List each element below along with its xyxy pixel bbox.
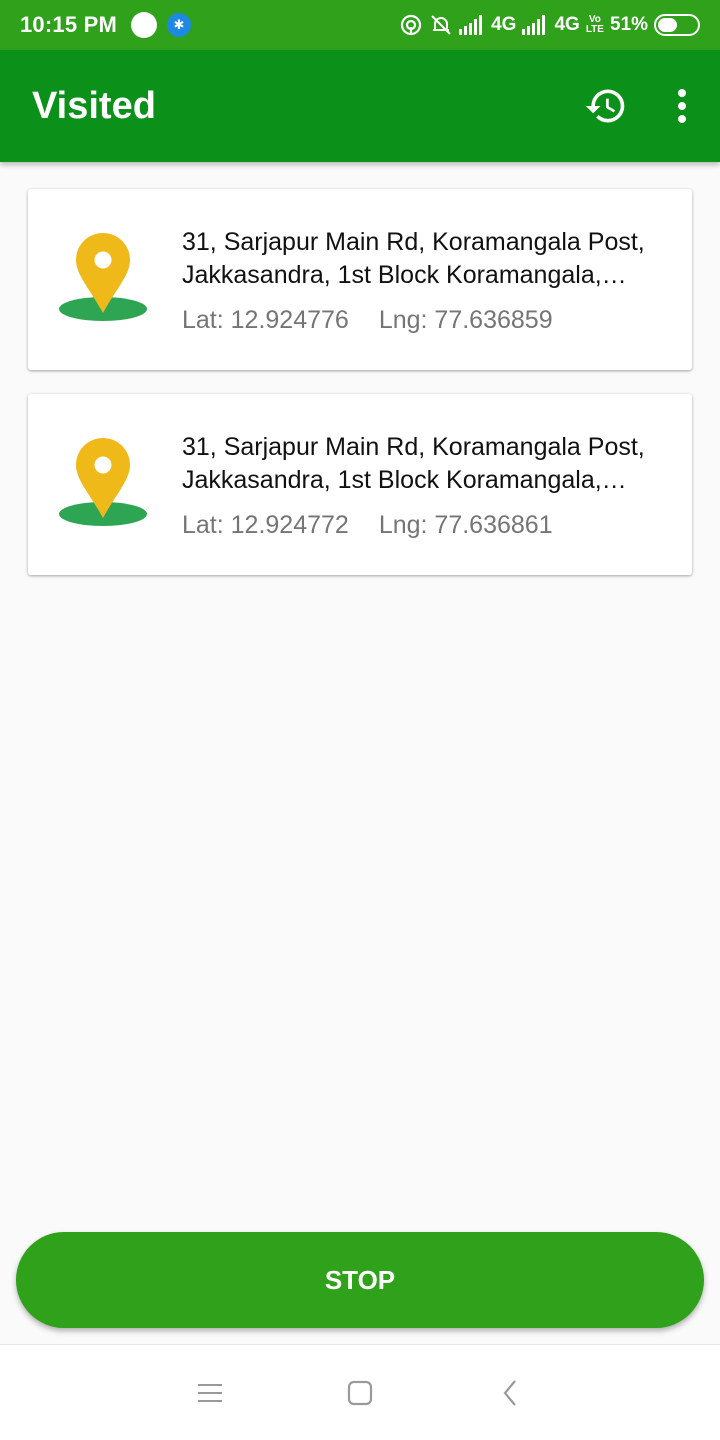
app-bar-actions bbox=[584, 84, 688, 128]
signal-icon-2 bbox=[522, 15, 546, 35]
signal-icon-1 bbox=[459, 15, 483, 35]
app-notification-icon: ✱ bbox=[166, 13, 191, 37]
lte-label: LTE bbox=[585, 24, 604, 35]
notification-dot-icon bbox=[130, 12, 157, 38]
location-address: 31, Sarjapur Main Rd, Koramangala Post, … bbox=[182, 228, 645, 289]
location-details: 31, Sarjapur Main Rd, Koramangala Post, … bbox=[182, 189, 668, 335]
coordinates-row: Lat: 12.924776 Lng: 77.636859 bbox=[182, 306, 668, 335]
history-button[interactable] bbox=[584, 84, 628, 128]
hotspot-icon bbox=[400, 14, 422, 36]
status-time: 10:15 PM bbox=[20, 12, 117, 37]
location-card[interactable]: 31, Sarjapur Main Rd, Koramangala Post, … bbox=[28, 394, 692, 575]
location-pin-container bbox=[28, 394, 182, 575]
longitude-label: Lng: 77.636859 bbox=[378, 306, 553, 334]
more-vert-icon bbox=[678, 89, 686, 123]
back-button[interactable] bbox=[485, 1368, 535, 1418]
muted-bell-icon bbox=[431, 15, 451, 35]
battery-fill bbox=[658, 18, 678, 32]
visited-list: 31, Sarjapur Main Rd, Koramangala Post, … bbox=[28, 189, 692, 599]
network-type-2: 4G bbox=[554, 14, 580, 35]
longitude-label: Lng: 77.636861 bbox=[378, 511, 553, 539]
latitude-label: Lat: 12.924776 bbox=[182, 306, 349, 334]
battery-icon bbox=[654, 14, 700, 36]
location-address: 31, Sarjapur Main Rd, Koramangala Post, … bbox=[182, 433, 645, 494]
back-chevron-icon bbox=[503, 1379, 516, 1406]
home-button[interactable] bbox=[335, 1368, 385, 1418]
coordinates-row: Lat: 12.924772 Lng: 77.636861 bbox=[182, 511, 668, 540]
status-indicators: 4G 4G Vo LTE 51% bbox=[399, 13, 700, 37]
page-title: Visited bbox=[32, 84, 156, 127]
system-nav-bar bbox=[0, 1344, 720, 1440]
home-square-icon bbox=[347, 1380, 373, 1405]
location-pin-icon bbox=[59, 438, 147, 526]
overflow-menu-button[interactable] bbox=[676, 88, 688, 124]
status-bar: 10:15 PM ✱ 4G 4G Vo LTE 51% bbox=[0, 0, 720, 50]
menu-icon bbox=[198, 1383, 222, 1402]
app-bar: Visited bbox=[0, 50, 720, 162]
volte-indicator: Vo LTE bbox=[586, 15, 604, 35]
latitude-label: Lat: 12.924772 bbox=[182, 511, 349, 539]
location-pin-icon bbox=[59, 233, 147, 321]
battery-percent: 51% bbox=[609, 14, 648, 35]
network-type-1: 4G bbox=[491, 14, 517, 35]
location-details: 31, Sarjapur Main Rd, Koramangala Post, … bbox=[182, 394, 668, 540]
location-card[interactable]: 31, Sarjapur Main Rd, Koramangala Post, … bbox=[28, 189, 692, 370]
stop-button[interactable]: STOP bbox=[16, 1232, 704, 1328]
recent-apps-button[interactable] bbox=[185, 1368, 235, 1418]
location-pin-container bbox=[28, 189, 182, 370]
history-icon bbox=[585, 89, 625, 123]
